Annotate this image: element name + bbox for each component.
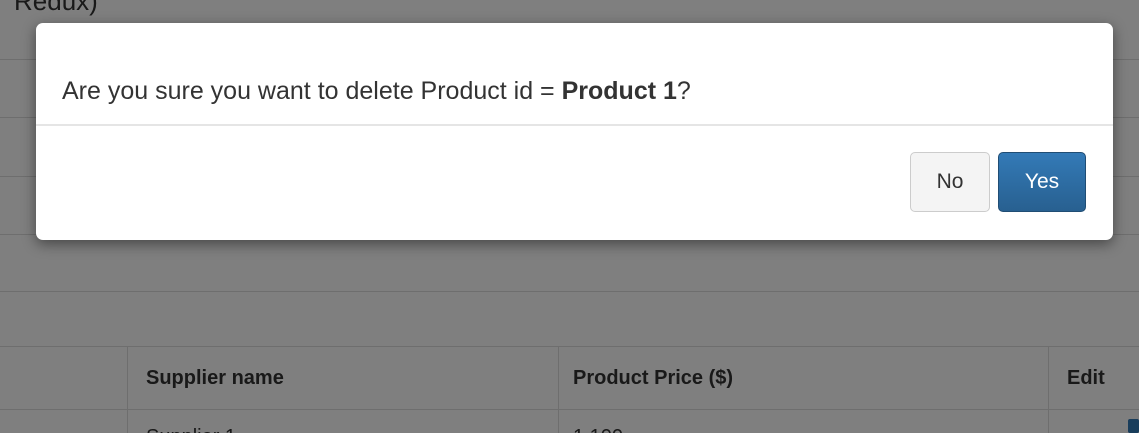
confirm-message-suffix: ? [676,77,691,105]
no-button[interactable]: No [910,152,990,212]
page: Redux) Supplier name Product Price ($) E… [0,0,1139,433]
yes-button[interactable]: Yes [998,152,1086,212]
confirm-message-text: Are you sure you want to delete Product … [62,77,562,105]
modal-footer: No Yes [910,152,1086,212]
confirm-message: Are you sure you want to delete Product … [62,77,691,106]
delete-confirm-dialog: Are you sure you want to delete Product … [36,23,1113,240]
modal-body [36,23,1113,126]
product-id: Product 1 [561,77,677,105]
